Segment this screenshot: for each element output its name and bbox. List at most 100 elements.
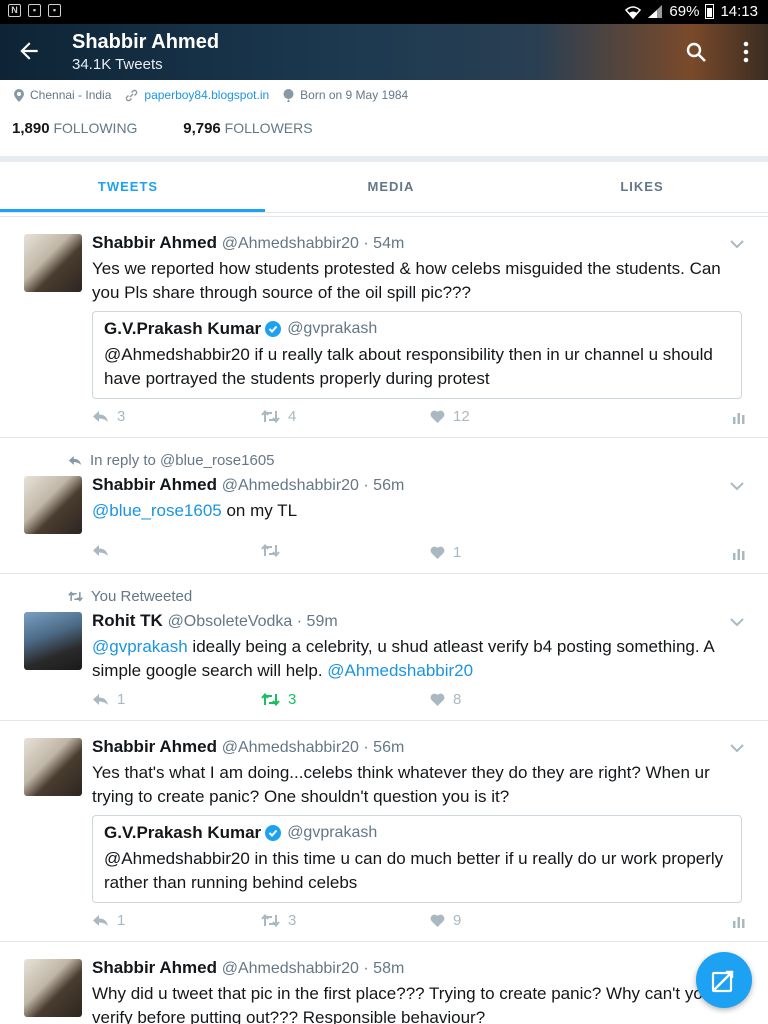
analytics-icon[interactable]	[733, 915, 745, 928]
author-name[interactable]: Rohit TK	[92, 611, 163, 630]
tweet-text: Yes we reported how students protested &…	[92, 259, 721, 302]
tweet-text: Why did u tweet that pic in the first pl…	[92, 984, 713, 1024]
verified-badge-icon	[265, 825, 282, 841]
tweet-item[interactable]: In reply to @blue_rose1605 Shabbir Ahmed…	[0, 438, 768, 574]
heart-icon	[430, 546, 445, 559]
retweet-action[interactable]	[261, 544, 288, 557]
battery-percent: 69%	[669, 3, 700, 20]
retweet-icon	[261, 410, 280, 423]
chevron-down-icon[interactable]	[730, 481, 744, 491]
tab-media[interactable]: MEDIA	[263, 162, 519, 212]
tweet-item[interactable]: You Retweeted Rohit TK @ObsoleteVodka · …	[0, 574, 768, 721]
analytics-icon[interactable]	[733, 411, 745, 424]
wifi-icon	[625, 5, 642, 19]
reply-context-icon	[68, 455, 82, 466]
mention-link[interactable]: @blue_rose1605	[92, 501, 222, 520]
retweet-count: 3	[288, 691, 297, 708]
quoted-tweet[interactable]: G.V.Prakash Kumar @gvprakash @Ahmedshabb…	[92, 311, 742, 399]
battery-icon	[705, 4, 715, 19]
retweet-context: You Retweeted	[68, 588, 192, 605]
profile-header: Shabbir Ahmed 34.1K Tweets	[0, 24, 768, 80]
heart-icon	[430, 410, 445, 423]
like-count: 9	[453, 912, 462, 929]
retweet-icon	[261, 544, 280, 557]
compose-tweet-button[interactable]	[696, 952, 752, 1008]
profile-meta: Chennai - India paperboy84.blogspot.in B…	[14, 88, 408, 102]
tweet-header: Rohit TK @ObsoleteVodka · 59m	[92, 611, 338, 631]
retweet-action[interactable]: 4	[261, 408, 296, 425]
compose-feather-icon	[711, 970, 734, 993]
quoted-tweet-text: @Ahmedshabbir20 in this time u can do mu…	[104, 849, 724, 892]
author-handle-time: @Ahmedshabbir20 · 54m	[221, 235, 405, 252]
clock: 14:13	[720, 3, 758, 20]
reply-count: 1	[117, 912, 126, 929]
profile-website-link[interactable]: paperboy84.blogspot.in	[144, 88, 269, 102]
tweet-item[interactable]: Shabbir Ahmed @Ahmedshabbir20 · 56m Yes …	[0, 721, 768, 942]
avatar[interactable]	[24, 476, 82, 534]
like-count: 1	[453, 544, 462, 561]
author-name[interactable]: Shabbir Ahmed	[92, 475, 217, 494]
reply-action[interactable]	[92, 544, 117, 557]
reply-icon	[93, 694, 108, 705]
avatar[interactable]	[24, 234, 82, 292]
analytics-icon[interactable]	[733, 547, 745, 560]
quoted-author-name: G.V.Prakash Kumar	[104, 823, 262, 842]
like-action[interactable]: 8	[430, 691, 461, 708]
author-name[interactable]: Shabbir Ahmed	[92, 233, 217, 252]
tweet-header: Shabbir Ahmed @Ahmedshabbir20 · 58m	[92, 958, 404, 978]
followers-count: 9,796	[183, 120, 221, 137]
author-name[interactable]: Shabbir Ahmed	[92, 958, 217, 977]
header-tweet-count: 34.1K Tweets	[72, 56, 163, 73]
message-notification-icon: ▪	[48, 4, 61, 17]
status-bar: N ▪ ▪ 69% 14:13	[0, 0, 768, 24]
author-handle-time: @Ahmedshabbir20 · 56m	[221, 477, 405, 494]
quoted-author-handle: @gvprakash	[287, 320, 378, 337]
tweet-header: Shabbir Ahmed @Ahmedshabbir20 · 56m	[92, 737, 404, 757]
retweet-action[interactable]: 3	[261, 912, 296, 929]
chevron-down-icon[interactable]	[730, 743, 744, 753]
author-name[interactable]: Shabbir Ahmed	[92, 737, 217, 756]
mention-link[interactable]: @Ahmedshabbir20	[327, 661, 473, 680]
profile-tabs: TWEETS MEDIA LIKES	[0, 162, 768, 213]
quoted-author-handle: @gvprakash	[287, 824, 378, 841]
tab-tweets[interactable]: TWEETS	[0, 162, 265, 212]
avatar[interactable]	[24, 612, 82, 670]
quoted-author-name: G.V.Prakash Kumar	[104, 319, 262, 338]
followers-stat[interactable]: 9,796 FOLLOWERS	[183, 120, 312, 137]
reply-count: 3	[117, 408, 126, 425]
tweet-header: Shabbir Ahmed @Ahmedshabbir20 · 54m	[92, 233, 404, 253]
tab-likes[interactable]: LIKES	[514, 162, 768, 212]
following-stat[interactable]: 1,890 FOLLOWING	[12, 120, 137, 137]
like-action[interactable]: 12	[430, 408, 470, 425]
tweet-text: Yes that's what I am doing...celebs thin…	[92, 763, 710, 806]
tweet-text: @gvprakash ideally being a celebrity, u …	[92, 635, 752, 683]
link-icon	[126, 89, 138, 101]
author-handle-time: @ObsoleteVodka · 59m	[167, 613, 338, 630]
reply-icon	[93, 915, 108, 926]
like-action[interactable]: 9	[430, 912, 461, 929]
chevron-down-icon[interactable]	[730, 239, 744, 249]
like-action[interactable]: 1	[430, 544, 461, 561]
following-count: 1,890	[12, 120, 50, 137]
overflow-menu-icon[interactable]	[736, 40, 756, 64]
tweet-item[interactable]: Shabbir Ahmed @Ahmedshabbir20 · 58m Why …	[0, 942, 768, 1024]
tweet-text: @blue_rose1605 on my TL	[92, 499, 752, 523]
search-icon[interactable]	[684, 40, 708, 64]
avatar[interactable]	[24, 738, 82, 796]
author-handle-time: @Ahmedshabbir20 · 58m	[221, 960, 405, 977]
follow-counts: 1,890 FOLLOWING 9,796 FOLLOWERS	[12, 120, 313, 137]
heart-icon	[430, 914, 445, 927]
reply-context-text[interactable]: In reply to @blue_rose1605	[90, 452, 275, 469]
back-arrow-icon[interactable]	[16, 38, 42, 64]
chevron-down-icon[interactable]	[730, 617, 744, 627]
reply-action[interactable]: 1	[92, 912, 125, 929]
retweet-action[interactable]: 3	[261, 691, 296, 708]
reply-action[interactable]: 3	[92, 408, 125, 425]
tweet-actions: 1 3 8	[92, 691, 752, 711]
tweet-actions: 1	[92, 544, 752, 564]
reply-action[interactable]: 1	[92, 691, 125, 708]
avatar[interactable]	[24, 959, 82, 1017]
quoted-tweet[interactable]: G.V.Prakash Kumar @gvprakash @Ahmedshabb…	[92, 815, 742, 903]
mention-link[interactable]: @gvprakash	[92, 637, 188, 656]
tweet-item[interactable]: Shabbir Ahmed @Ahmedshabbir20 · 54m Yes …	[0, 217, 768, 438]
